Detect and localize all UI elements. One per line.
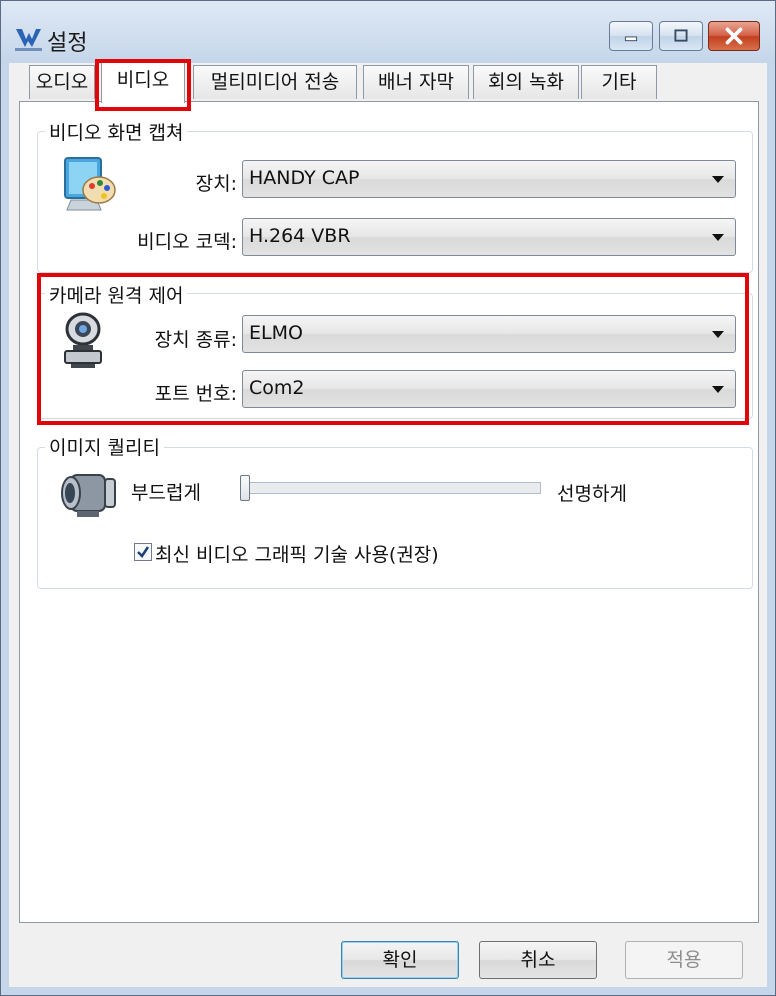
image-quality-group <box>37 447 753 589</box>
app-logo-icon <box>15 29 42 51</box>
window-title: 설정 <box>47 31 88 56</box>
minimize-icon <box>624 36 638 42</box>
tab-highlight-box <box>95 59 191 111</box>
camcorder-icon <box>61 474 116 517</box>
tab-multimedia-transfer[interactable]: 멀티미디어 전송 <box>193 65 357 99</box>
quality-slider-thumb[interactable] <box>240 475 250 501</box>
sharp-label: 선명하게 <box>557 483 627 505</box>
ok-button[interactable]: 확인 <box>341 941 459 979</box>
title-bar[interactable]: 설정 <box>1 1 775 63</box>
tab-audio[interactable]: 오디오 <box>29 65 95 99</box>
codec-label: 비디오 코덱: <box>137 231 237 253</box>
quality-slider-track[interactable] <box>249 482 541 494</box>
latest-graphics-checkbox[interactable] <box>134 543 152 561</box>
smooth-label: 부드럽게 <box>131 482 201 504</box>
latest-graphics-label[interactable]: 최신 비디오 그래픽 기술 사용(권장) <box>155 540 555 567</box>
tab-etc[interactable]: 기타 <box>581 65 657 99</box>
codec-value: H.264 VBR <box>249 225 351 247</box>
maximize-button[interactable] <box>659 21 703 51</box>
checkmark-icon <box>137 546 150 558</box>
video-capture-group-label: 비디오 화면 캡쳐 <box>45 118 188 145</box>
codec-combobox[interactable]: H.264 VBR <box>242 218 736 256</box>
tab-meeting-recording[interactable]: 회의 녹화 <box>473 65 579 99</box>
image-quality-group-label: 이미지 퀄리티 <box>45 433 164 460</box>
monitor-palette-icon <box>64 157 116 211</box>
camera-control-highlight-box <box>37 273 749 425</box>
close-icon <box>725 27 743 45</box>
settings-window: 설정 오디오 비디오 멀티미디어 전송 배너 자막 회의 녹화 기타 비디오 화… <box>0 0 776 996</box>
chevron-down-icon <box>712 176 724 183</box>
apply-button[interactable]: 적용 <box>625 941 743 979</box>
minimize-button[interactable] <box>609 21 653 51</box>
chevron-down-icon <box>712 234 724 241</box>
close-button[interactable] <box>708 21 760 51</box>
maximize-icon <box>674 29 688 42</box>
tab-banner-caption[interactable]: 배너 자막 <box>363 65 469 99</box>
cancel-button[interactable]: 취소 <box>479 941 597 979</box>
device-value: HANDY CAP <box>249 167 360 189</box>
device-label: 장치: <box>195 173 237 195</box>
device-combobox[interactable]: HANDY CAP <box>242 160 736 198</box>
